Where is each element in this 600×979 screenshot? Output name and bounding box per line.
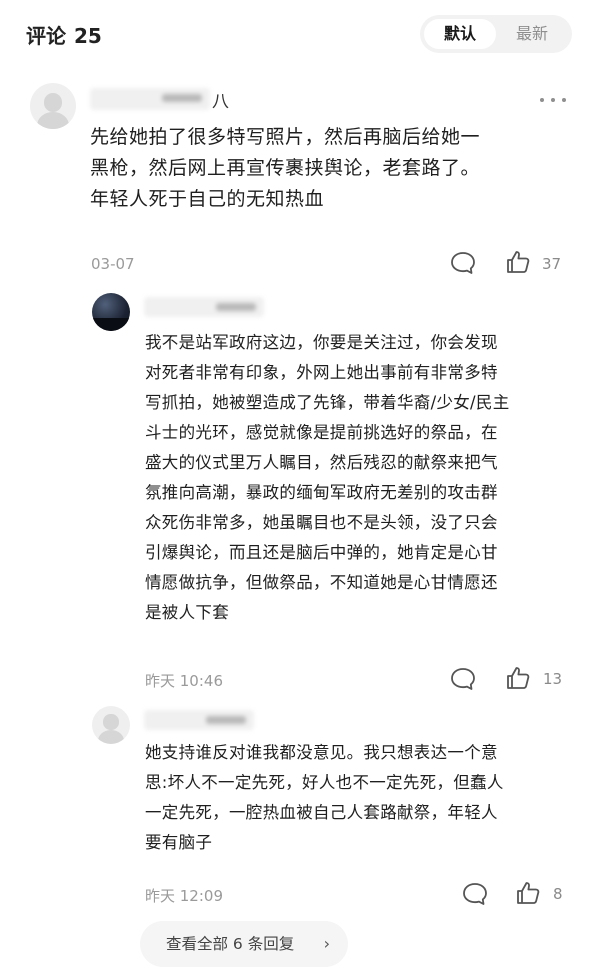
reply-text: 她支持谁反对谁我都没意见。我只想表达一个意 思:坏人不一定先死，好人也不一定先死… [145,738,575,858]
reply-time: 昨天 12:09 [145,887,223,905]
username-redacted [90,88,210,110]
comments-count: 25 [74,24,102,48]
comment-line: 黑枪，然后网上再宣传裹挟舆论，老套路了。 [90,157,481,179]
more-dots-icon[interactable] [538,94,568,106]
reply-time: 昨天 10:46 [145,672,223,690]
username-redacted [144,710,254,730]
reply-line: 她支持谁反对谁我都没意见。我只想表达一个意 [145,743,498,762]
chevron-right-icon: › [323,934,330,953]
comment-time: 03-07 [91,255,135,273]
like-count: 37 [542,255,562,273]
reply-line: 我不是站军政府这边，你要是关注过，你会发现 [145,333,498,352]
reply-line: 众死伤非常多，她虽瞩目也不是头领，没了只会 [145,513,498,532]
view-all-replies-button[interactable]: 查看全部 6 条回复 › [140,921,348,967]
reply-line: 对死者非常有印象，外网上她出事前有非常多特 [145,363,498,382]
username-redacted [144,297,264,317]
sort-default-tab[interactable]: 默认 [424,19,496,49]
comment-bubble-icon[interactable] [450,251,476,275]
sort-latest-tab[interactable]: 最新 [496,19,568,49]
comment-line: 年轻人死于自己的无知热血 [90,188,325,210]
reply-line: 写抓拍，她被塑造成了先锋，带着华裔/少女/民主 [145,393,510,412]
reply-line: 思:坏人不一定先死，好人也不一定先死，但蠢人 [145,773,504,792]
thumbs-up-icon[interactable] [505,665,531,691]
like-count: 13 [543,670,563,688]
reply-text: 我不是站军政府这边，你要是关注过，你会发现 对死者非常有印象，外网上她出事前有非… [145,328,575,628]
reply-line: 斗士的光环，感觉就像是提前挑选好的祭品，在 [145,423,498,442]
sort-toggle: 默认 最新 [420,15,572,53]
comment-line: 先给她拍了很多特写照片，然后再脑后给她一 [90,126,481,148]
reply-line: 盛大的仪式里万人瞩目，然后残忍的献祭来把气 [145,453,498,472]
comment-bubble-icon[interactable] [462,882,488,906]
comments-title: 评论 [26,24,66,48]
thumbs-up-icon[interactable] [515,880,541,906]
reply-line: 情愿做抗争，但做祭品，不知道她是心甘情愿还 [145,573,498,592]
reply-line: 要有脑子 [145,833,213,852]
reply-line: 氛推向高潮，暴政的缅甸军政府无差别的攻击群 [145,483,498,502]
avatar[interactable] [92,706,130,744]
comment-text: 先给她拍了很多特写照片，然后再脑后给她一 黑枪，然后网上再宣传裹挟舆论，老套路了… [90,122,570,215]
reply-line: 引爆舆论，而且还是脑后中弹的，她肯定是心甘 [145,543,498,562]
comment-bubble-icon[interactable] [450,667,476,691]
view-all-label: 查看全部 6 条回复 [166,935,295,953]
thumbs-up-icon[interactable] [505,249,531,275]
like-count: 8 [553,885,563,903]
comments-header: 评论 25 [26,20,102,49]
reply-line: 一定先死，一腔热血被自己人套路献祭，年轻人 [145,803,498,822]
username-fragment: 八 [212,92,229,112]
avatar[interactable] [30,83,76,129]
reply-line: 是被人下套 [145,603,229,622]
avatar[interactable] [92,293,130,331]
